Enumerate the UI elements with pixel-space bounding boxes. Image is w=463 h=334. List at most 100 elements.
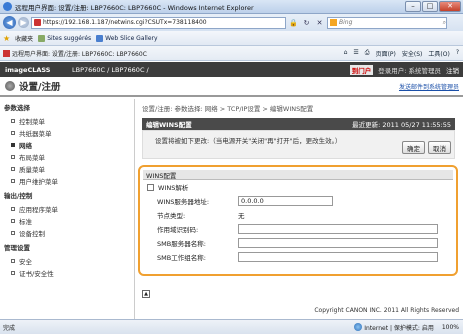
- form-header: 编辑WINS配置 最近更新: 2011 05/27 11:55:55: [142, 118, 455, 130]
- page-header: 设置/注册 发送邮件到系统管理员: [0, 77, 463, 97]
- sites-icon: [38, 34, 46, 42]
- page-top-icon[interactable]: ▲: [142, 290, 150, 298]
- favorites-star-icon[interactable]: ★: [3, 34, 10, 43]
- main-content: 设置/注册: 参数选择: 网络 > TCP/IP设置 > 编辑WINS配置 编辑…: [136, 99, 463, 319]
- sidebar-item[interactable]: 用户维护菜单: [0, 175, 134, 187]
- settings-icon: [5, 81, 15, 91]
- panel-title: WINS配置: [143, 170, 453, 180]
- server-address-input[interactable]: 0.0.0.0: [238, 196, 333, 206]
- smb-server-label: SMB服务器名称:: [157, 240, 206, 248]
- sidebar-item[interactable]: 布局菜单: [0, 151, 134, 163]
- bullet-icon: [11, 231, 15, 235]
- sidebar-item[interactable]: 设备控制: [0, 227, 134, 239]
- wins-resolution-label: WINS解析: [158, 184, 189, 192]
- sidebar-section-title: 管理设置: [4, 244, 30, 252]
- tools-menu[interactable]: 工具(O): [428, 49, 449, 58]
- feeds-icon[interactable]: ☰: [353, 49, 358, 58]
- internet-zone-icon: [354, 323, 363, 331]
- favorites-label[interactable]: 收藏夹: [15, 34, 33, 43]
- back-icon[interactable]: ◀: [3, 16, 16, 29]
- smb-group-row: SMB工作组名称:: [143, 250, 453, 264]
- smb-group-label: SMB工作组名称:: [157, 254, 206, 262]
- sidebar-item[interactable]: 质量菜单: [0, 163, 134, 175]
- site-favicon-icon: [34, 19, 41, 26]
- sidebar-item[interactable]: 证书/安全性: [0, 267, 134, 279]
- page-menu[interactable]: 页面(P): [376, 49, 396, 58]
- bullet-icon: [11, 219, 15, 223]
- search-icon[interactable]: ⌕: [443, 19, 446, 27]
- smb-server-input[interactable]: [238, 238, 438, 248]
- sidebar-item[interactable]: 共纸器菜单: [0, 127, 134, 139]
- scope-id-input[interactable]: [238, 224, 438, 234]
- bullet-icon: [11, 207, 15, 211]
- sidebar-item[interactable]: 安全: [0, 255, 134, 267]
- mail-admin-link[interactable]: 发送邮件到系统管理员: [399, 82, 459, 91]
- node-value: 无: [238, 212, 245, 220]
- tab-title[interactable]: 远程用户界面: 设置/注册: LBP7660C: LBP7660C: [12, 49, 344, 58]
- bing-icon: [330, 19, 337, 26]
- bullet-icon: [11, 143, 15, 147]
- page-title: 设置/注册: [19, 82, 61, 93]
- smb-server-row: SMB服务器名称:: [143, 236, 453, 250]
- ie-icon: [3, 2, 12, 11]
- sidebar-item[interactable]: 应用程序菜单: [0, 203, 134, 215]
- server-row: WINS服务器地址: 0.0.0.0: [143, 194, 453, 208]
- zoom-level[interactable]: 100%: [442, 324, 459, 331]
- lock-icon[interactable]: 🔒: [288, 17, 299, 28]
- bullet-icon: [11, 167, 15, 171]
- scope-row: 作用域识别码:: [143, 222, 453, 236]
- search-input[interactable]: Bing ⌕: [327, 16, 447, 29]
- forward-icon[interactable]: ▶: [18, 17, 29, 28]
- refresh-icon[interactable]: ↻: [301, 17, 312, 28]
- window-title: 远程用户界面: 设置/注册: LBP7660C: LBP7660C - Wind…: [15, 3, 254, 12]
- note-box: 设置将被如下更改:（当电源开关"关闭"再"打开"后，更改生效。） 确定 取消: [142, 130, 455, 159]
- bullet-icon: [11, 271, 15, 275]
- sidebar-item-network[interactable]: 网络: [0, 139, 134, 151]
- bullet-icon: [11, 119, 15, 123]
- sidebar-item[interactable]: 标准: [0, 215, 134, 227]
- bullet-icon: [11, 259, 15, 263]
- printer-model: LBP7660C / LBP7660C /: [72, 65, 149, 74]
- login-user: 登录用户: 系统管理员: [378, 66, 441, 75]
- smb-group-input[interactable]: [238, 252, 438, 262]
- last-updated: 最近更新: 2011 05/27 11:55:55: [352, 121, 451, 129]
- safety-menu[interactable]: 安全(S): [402, 49, 423, 58]
- form-title: 编辑WINS配置: [146, 121, 192, 129]
- window-titlebar: 远程用户界面: 设置/注册: LBP7660C: LBP7660C - Wind…: [0, 0, 463, 14]
- sidebar: 参数选择 控制菜单 共纸器菜单 网络 布局菜单 质量菜单 用户维护菜单 输出/控…: [0, 99, 135, 319]
- sidebar-item[interactable]: 控制菜单: [0, 115, 134, 127]
- breadcrumb: 设置/注册: 参数选择: 网络 > TCP/IP设置 > 编辑WINS配置: [142, 105, 314, 113]
- close-button[interactable]: ✕: [439, 1, 461, 12]
- node-label: 节点类型:: [157, 212, 186, 220]
- home-icon[interactable]: ⌂: [344, 49, 348, 58]
- server-label: WINS服务器地址:: [157, 198, 210, 206]
- maximize-button[interactable]: □: [422, 1, 438, 12]
- ok-button[interactable]: 确定: [402, 141, 425, 154]
- node-row: 节点类型: 无: [143, 208, 453, 222]
- status-bar: 完成 Internet | 保护模式: 启用 100%: [0, 319, 463, 334]
- cancel-button[interactable]: 取消: [428, 141, 451, 154]
- bullet-icon: [11, 179, 15, 183]
- stop-icon[interactable]: ✕: [314, 17, 325, 28]
- url-input[interactable]: https://192.168.1.187/netwins.cgi?CSUTx=…: [31, 16, 286, 29]
- brand-name: imageCLASS: [5, 65, 51, 74]
- window-controls: – □ ✕: [405, 1, 461, 12]
- favorite-item[interactable]: Web Slice Gallery: [96, 34, 158, 42]
- logout-link[interactable]: 注销: [446, 65, 459, 75]
- tab-favicon-icon: [3, 49, 10, 57]
- print-icon[interactable]: ⎙: [365, 49, 370, 58]
- wins-resolution-checkbox[interactable]: [147, 183, 154, 191]
- wins-settings-panel: WINS配置 WINS解析 WINS服务器地址: 0.0.0.0 节点类型: 无…: [138, 165, 458, 276]
- portal-link[interactable]: 到门户: [349, 64, 374, 75]
- favorite-item[interactable]: Sites suggérés: [38, 34, 91, 42]
- sidebar-section-title: 输出/控制: [4, 192, 33, 200]
- minimize-button[interactable]: –: [405, 1, 421, 12]
- help-icon[interactable]: ?: [456, 49, 459, 58]
- app-header: imageCLASS LBP7660C / LBP7660C / 到门户 登录用…: [0, 62, 463, 77]
- bullet-icon: [11, 131, 15, 135]
- security-zone: Internet | 保护模式: 启用: [354, 323, 434, 332]
- command-bar: 远程用户界面: 设置/注册: LBP7660C: LBP7660C ⌂ ☰ ⎙ …: [0, 46, 463, 61]
- scope-label: 作用域识别码:: [157, 226, 199, 234]
- webslice-icon: [96, 34, 104, 42]
- copyright: Copyright CANON INC. 2011 All Rights Res…: [314, 307, 459, 314]
